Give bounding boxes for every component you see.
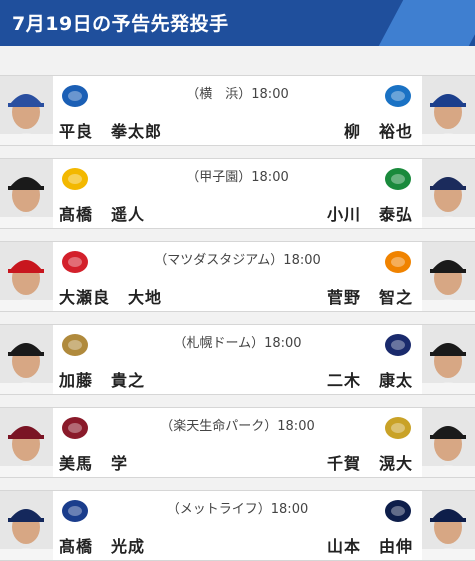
venue-time: （札幌ドーム）18:00 xyxy=(173,336,302,351)
game-card[interactable]: （横 浜）18:00 平良 拳太郎 柳裕也 xyxy=(0,75,475,146)
pitcher-first-name: 遥人 xyxy=(111,205,146,224)
home-pitcher-photo xyxy=(0,242,53,311)
pitcher-first-name: 康太 xyxy=(378,371,413,390)
home-pitcher-name: 美馬学 xyxy=(59,450,128,474)
buffaloes-logo-icon xyxy=(383,498,413,524)
giants-logo-icon xyxy=(383,249,413,275)
header-accent-stripe xyxy=(378,0,475,46)
pitcher-first-name: 光成 xyxy=(111,537,146,556)
dragons-logo-icon xyxy=(383,83,413,109)
pitcher-last-name: 小川 xyxy=(326,205,361,224)
marines-logo-icon xyxy=(383,332,413,358)
venue-time: （楽天生命パーク）18:00 xyxy=(160,419,315,434)
tigers-logo-icon xyxy=(60,166,90,192)
pitcher-last-name: 千賀 xyxy=(326,454,361,473)
page-title: 7月19日の予告先発投手 xyxy=(12,13,229,35)
home-pitcher-photo xyxy=(0,491,53,560)
game-card[interactable]: （札幌ドーム）18:00 加藤 貴之 二木 康太 xyxy=(0,324,475,395)
pitcher-last-name: 二木 xyxy=(326,371,361,390)
away-pitcher-photo xyxy=(422,242,475,311)
home-pitcher-photo xyxy=(0,325,53,394)
eagles-logo-icon xyxy=(60,415,90,441)
home-pitcher-name: 平良 拳太郎 xyxy=(59,118,162,142)
away-pitcher-photo xyxy=(422,408,475,477)
home-pitcher-name: 加藤 貴之 xyxy=(59,367,145,391)
game-card[interactable]: （メットライフ）18:00 髙橋 光成 山本 由伸 xyxy=(0,490,475,561)
pitcher-last-name: 平良 xyxy=(59,122,94,141)
pitcher-first-name: 滉大 xyxy=(378,454,413,473)
lions-logo-icon xyxy=(60,498,90,524)
pitcher-last-name: 大瀬良 xyxy=(59,288,111,307)
away-pitcher-photo xyxy=(422,325,475,394)
away-pitcher-photo xyxy=(422,159,475,228)
home-pitcher-photo xyxy=(0,159,53,228)
away-pitcher-name: 二木 康太 xyxy=(327,367,413,391)
pitcher-last-name: 髙橋 xyxy=(59,205,94,224)
home-pitcher-photo xyxy=(0,76,53,145)
away-pitcher-name: 小川 泰弘 xyxy=(327,201,413,225)
home-pitcher-name: 髙橋 遥人 xyxy=(59,201,145,225)
pitcher-last-name: 菅野 xyxy=(326,288,361,307)
pitcher-last-name: 柳 xyxy=(343,122,361,141)
venue-time: （メットライフ）18:00 xyxy=(166,502,309,517)
page-header: 7月19日の予告先発投手 xyxy=(0,0,475,46)
pitcher-last-name: 加藤 xyxy=(59,371,94,390)
pitcher-first-name: 学 xyxy=(111,454,129,473)
carp-logo-icon xyxy=(60,249,90,275)
pitcher-last-name: 山本 xyxy=(326,537,361,556)
away-pitcher-name: 菅野 智之 xyxy=(327,284,413,308)
pitcher-last-name: 髙橋 xyxy=(59,537,94,556)
hawks-logo-icon xyxy=(383,415,413,441)
pitcher-first-name: 智之 xyxy=(378,288,413,307)
away-pitcher-name: 山本 由伸 xyxy=(327,533,413,557)
game-card[interactable]: （甲子園）18:00 髙橋 遥人 小川 泰弘 xyxy=(0,158,475,229)
away-pitcher-photo xyxy=(422,491,475,560)
game-card[interactable]: （マツダスタジアム）18:00 大瀬良 大地 菅野 智之 xyxy=(0,241,475,312)
pitcher-first-name: 裕也 xyxy=(378,122,413,141)
venue-time: （マツダスタジアム）18:00 xyxy=(154,253,321,268)
away-pitcher-photo xyxy=(422,76,475,145)
venue-time: （横 浜）18:00 xyxy=(186,87,289,102)
pitcher-first-name: 大地 xyxy=(128,288,163,307)
pitcher-first-name: 貴之 xyxy=(111,371,146,390)
venue-time: （甲子園）18:00 xyxy=(186,170,289,185)
away-pitcher-name: 柳裕也 xyxy=(344,118,413,142)
baystars-logo-icon xyxy=(60,83,90,109)
home-pitcher-name: 大瀬良 大地 xyxy=(59,284,162,308)
game-card[interactable]: （楽天生命パーク）18:00 美馬学 千賀 滉大 xyxy=(0,407,475,478)
fighters-logo-icon xyxy=(60,332,90,358)
home-pitcher-photo xyxy=(0,408,53,477)
pitcher-first-name: 由伸 xyxy=(378,537,413,556)
pitcher-first-name: 拳太郎 xyxy=(111,122,163,141)
home-pitcher-name: 髙橋 光成 xyxy=(59,533,145,557)
swallows-logo-icon xyxy=(383,166,413,192)
pitcher-last-name: 美馬 xyxy=(59,454,94,473)
away-pitcher-name: 千賀 滉大 xyxy=(327,450,413,474)
pitcher-first-name: 泰弘 xyxy=(378,205,413,224)
